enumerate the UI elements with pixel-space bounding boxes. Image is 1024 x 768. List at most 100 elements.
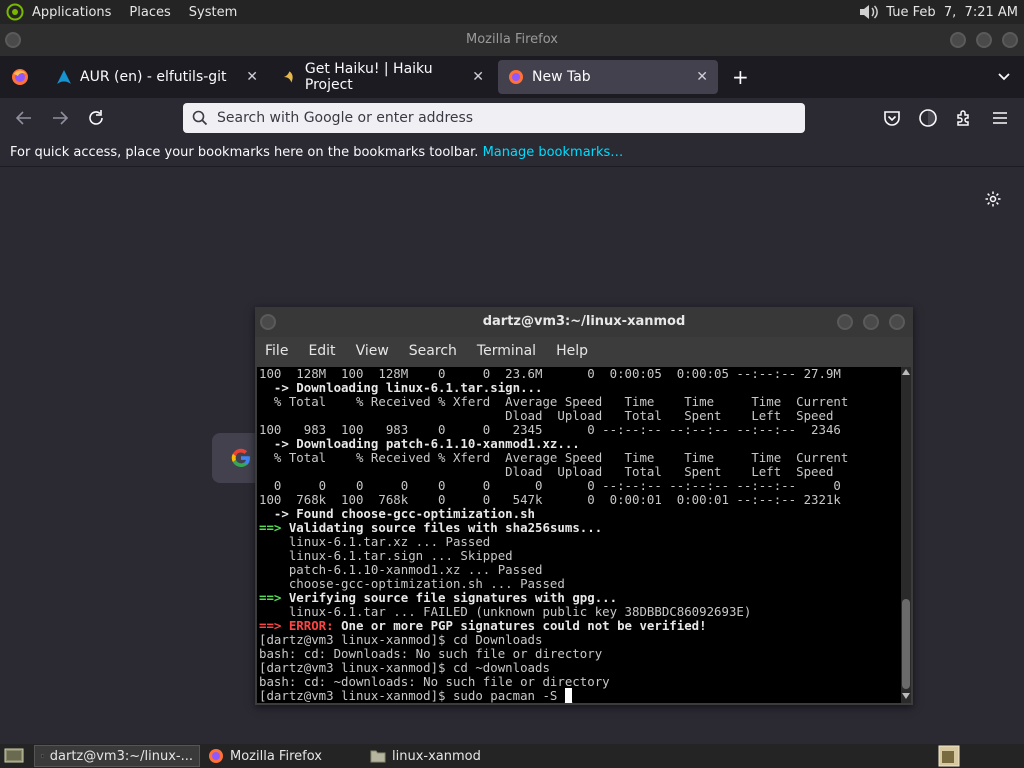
tab-close-icon[interactable]: ✕ [246, 69, 258, 85]
tab-haiku[interactable]: Get Haiku! | Haiku Project ✕ [272, 60, 494, 94]
tab-aur[interactable]: AUR (en) - elfutils-git ✕ [46, 60, 268, 94]
workspace-switcher-icon[interactable] [938, 745, 960, 767]
tab-strip: AUR (en) - elfutils-git ✕ Get Haiku! | H… [0, 56, 1024, 98]
terminal-line: ==> ERROR: One or more PGP signatures co… [259, 618, 707, 633]
terminal-line: -> Found choose-gcc-optimization.sh [259, 506, 536, 521]
tab-new-tab-label: New Tab [532, 69, 591, 85]
manage-bookmarks-link[interactable]: Manage bookmarks… [483, 145, 624, 160]
minimize-button[interactable] [950, 32, 966, 48]
bookmarks-toolbar: For quick access, place your bookmarks h… [0, 138, 1024, 167]
haiku-leaf-icon [283, 71, 293, 83]
terminal-window[interactable]: dartz@vm3:~/linux-xanmod File Edit View … [255, 307, 913, 705]
terminal-line: Dload Upload Total Spent Left Speed [259, 464, 834, 479]
terminal-output[interactable]: 100 128M 100 128M 0 0 23.6M 0 0:00:05 0:… [257, 367, 901, 703]
top-panel: Applications Places System Tue Feb 7, 7:… [0, 0, 1024, 24]
terminal-menu-help[interactable]: Help [546, 343, 598, 359]
terminal-line: % Total % Received % Xferd Average Speed… [259, 450, 849, 465]
taskbar-item-folder[interactable]: linux-xanmod [364, 745, 524, 767]
url-bar[interactable]: Search with Google or enter address [183, 103, 805, 133]
terminal-menu-edit[interactable]: Edit [298, 343, 345, 359]
terminal-menubar: File Edit View Search Terminal Help [255, 337, 913, 365]
tab-close-icon[interactable]: ✕ [696, 69, 708, 85]
terminal-menu-terminal[interactable]: Terminal [467, 343, 546, 359]
list-all-tabs-chevron-icon[interactable] [996, 69, 1012, 85]
terminal-line: % Total % Received % Xferd Average Speed… [259, 394, 849, 409]
google-icon [231, 448, 251, 468]
terminal-line: linux-6.1.tar.xz ... Passed [259, 534, 491, 549]
account-icon[interactable] [918, 108, 938, 128]
tab-aur-label: AUR (en) - elfutils-git [80, 69, 227, 85]
scroll-up-arrow-icon[interactable] [902, 369, 910, 375]
window-menu-button[interactable] [5, 32, 21, 48]
terminal-menu-view[interactable]: View [346, 343, 399, 359]
tab-haiku-label: Get Haiku! | Haiku Project [304, 61, 433, 93]
bottom-panel: dartz@vm3:~/linux-... Mozilla Firefox li… [0, 744, 1024, 768]
terminal-line: Dload Upload Total Spent Left Speed [259, 408, 834, 423]
new-tab-plus-icon[interactable]: + [732, 65, 749, 89]
terminal-line: 100 983 100 983 0 0 2345 0 --:--:-- --:-… [259, 422, 841, 437]
terminal-line: [dartz@vm3 linux-xanmod]$ cd ~downloads [259, 660, 550, 675]
menu-applications[interactable]: Applications [26, 5, 117, 20]
tab-close-icon[interactable]: ✕ [472, 69, 484, 85]
close-window-button[interactable] [1002, 32, 1018, 48]
terminal-line: choose-gcc-optimization.sh ... Passed [259, 576, 565, 591]
firefox-icon [509, 70, 523, 84]
pocket-icon[interactable] [883, 109, 901, 127]
forward-arrow-icon[interactable] [51, 109, 69, 127]
extensions-puzzle-icon[interactable] [955, 109, 973, 127]
terminal-line: [dartz@vm3 linux-xanmod]$ cd Downloads [259, 632, 543, 647]
terminal-line: patch-6.1.10-xanmod1.xz ... Passed [259, 562, 543, 577]
terminal-line: linux-6.1.tar ... FAILED (unknown public… [259, 604, 752, 619]
terminal-line: -> Downloading patch-6.1.10-xanmod1.xz..… [259, 436, 580, 451]
terminal-line: ==> Verifying source file signatures wit… [259, 590, 618, 605]
url-bar-placeholder: Search with Google or enter address [217, 110, 474, 126]
terminal-line: linux-6.1.tar.sign ... Skipped [259, 548, 513, 563]
taskbar-terminal-label: dartz@vm3:~/linux-... [49, 748, 193, 764]
terminal-line: 100 768k 100 768k 0 0 547k 0 0:00:01 0:0… [259, 492, 841, 507]
terminal-line: 0 0 0 0 0 0 0 0 --:--:-- --:--:-- --:--:… [259, 478, 841, 493]
terminal-close-button[interactable] [889, 314, 905, 330]
reload-icon[interactable] [87, 109, 105, 127]
window-title: Mozilla Firefox [466, 32, 558, 47]
tab-new-tab[interactable]: New Tab ✕ [498, 60, 718, 94]
terminal-line: bash: cd: ~downloads: No such file or di… [259, 674, 610, 689]
terminal-line: 100 128M 100 128M 0 0 23.6M 0 0:00:05 0:… [259, 367, 841, 381]
terminal-line: [dartz@vm3 linux-xanmod]$ sudo pacman -S… [259, 688, 573, 703]
hamburger-menu-icon[interactable] [992, 110, 1008, 126]
menu-places[interactable]: Places [123, 5, 176, 20]
terminal-window-menu-button[interactable] [260, 314, 276, 330]
menu-system[interactable]: System [183, 5, 243, 20]
taskbar-item-terminal[interactable]: dartz@vm3:~/linux-... [34, 745, 200, 767]
gear-icon[interactable] [984, 190, 1002, 208]
volume-icon[interactable] [858, 3, 880, 21]
terminal-title: dartz@vm3:~/linux-xanmod [482, 314, 686, 329]
taskbar-item-firefox[interactable]: Mozilla Firefox [202, 745, 362, 767]
bookmarks-hint-text: For quick access, place your bookmarks h… [10, 145, 479, 160]
terminal-scrollbar[interactable] [901, 367, 911, 703]
arch-logo-icon [57, 70, 71, 84]
terminal-scroll-thumb[interactable] [902, 599, 910, 689]
terminal-line: ==> Validating source files with sha256s… [259, 520, 603, 535]
maximize-button[interactable] [976, 32, 992, 48]
terminal-titlebar[interactable]: dartz@vm3:~/linux-xanmod [255, 307, 913, 337]
terminal-icon [41, 754, 44, 758]
search-icon [192, 110, 208, 126]
terminal-maximize-button[interactable] [863, 314, 879, 330]
show-desktop-icon[interactable] [4, 747, 24, 765]
distro-logo-icon[interactable] [6, 3, 24, 21]
scroll-down-arrow-icon[interactable] [902, 693, 910, 699]
clock[interactable]: Tue Feb 7, 7:21 AM [886, 5, 1018, 20]
terminal-minimize-button[interactable] [837, 314, 853, 330]
firefox-titlebar[interactable]: Mozilla Firefox [0, 24, 1024, 56]
taskbar-firefox-label: Mozilla Firefox [230, 748, 322, 764]
folder-icon [370, 750, 386, 763]
terminal-menu-search[interactable]: Search [399, 343, 467, 359]
terminal-line: -> Downloading linux-6.1.tar.sign... [259, 380, 543, 395]
taskbar-folder-label: linux-xanmod [392, 748, 481, 764]
firefox-icon [209, 749, 223, 763]
back-arrow-icon[interactable] [15, 109, 33, 127]
terminal-menu-file[interactable]: File [255, 343, 298, 359]
terminal-cursor: _ [564, 688, 573, 703]
terminal-line: bash: cd: Downloads: No such file or dir… [259, 646, 603, 661]
firefox-view-icon[interactable] [10, 67, 30, 87]
